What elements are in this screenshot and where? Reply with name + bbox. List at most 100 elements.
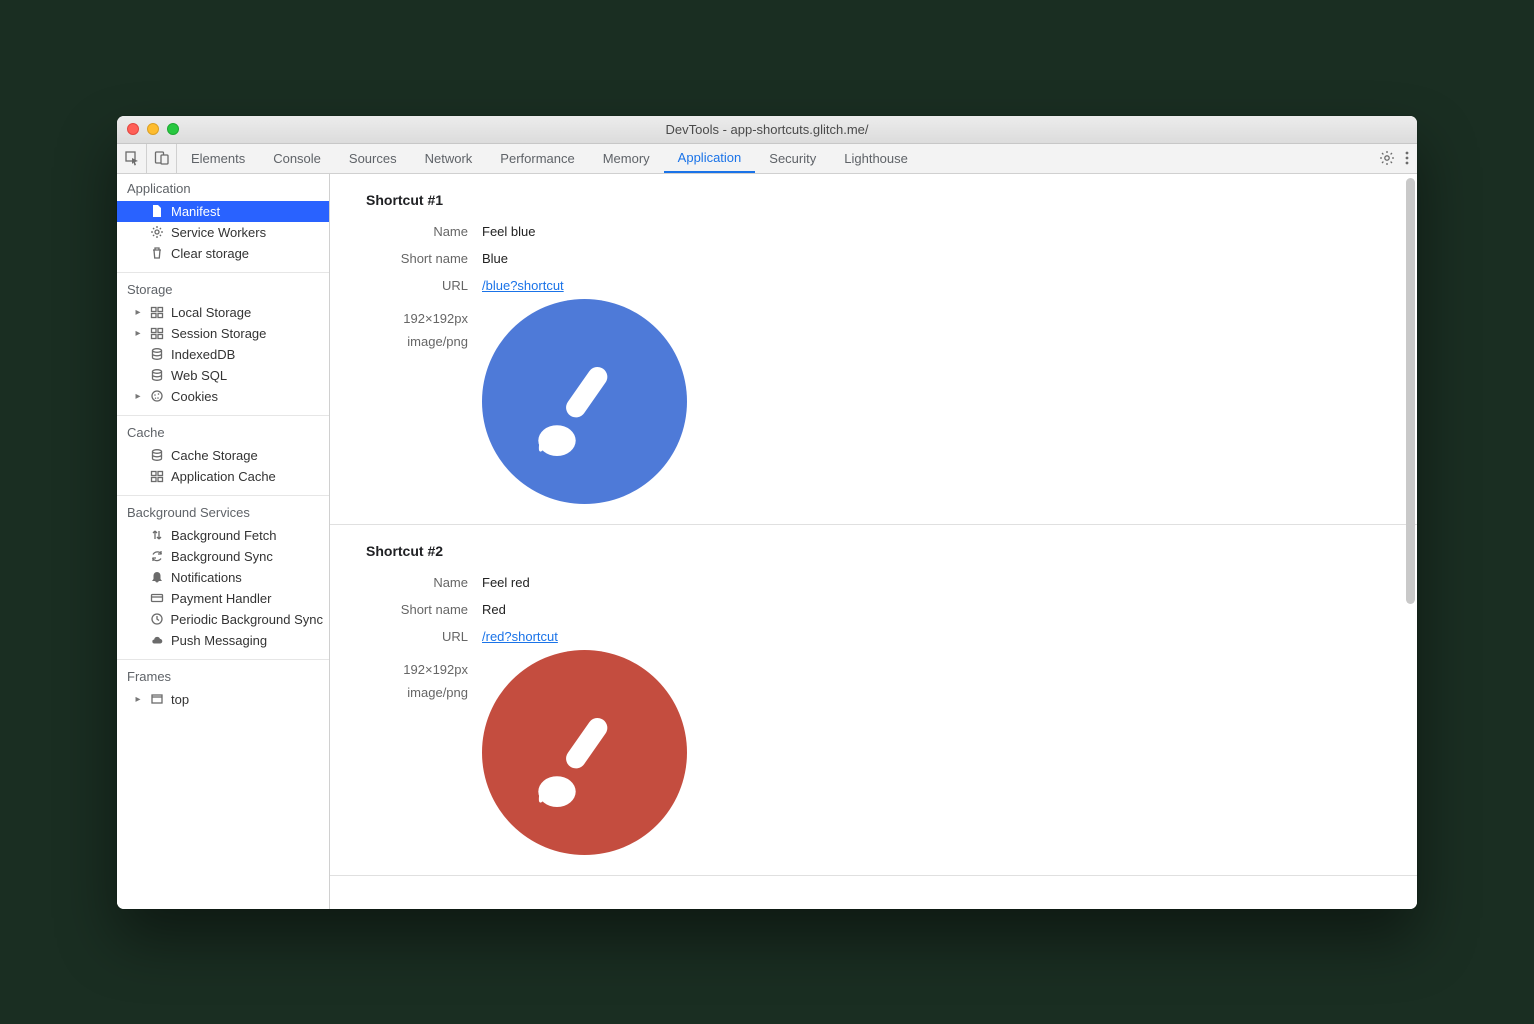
shortcut-icon-preview [482,650,687,855]
tab-application[interactable]: Application [664,144,756,173]
sidebar-item-push-messaging[interactable]: Push Messaging [117,630,329,651]
sidebar-item-application-cache[interactable]: Application Cache [117,466,329,487]
db-icon [149,347,165,361]
sidebar-item-web-sql[interactable]: Web SQL [117,365,329,386]
manifest-panel: Shortcut #1NameFeel blueShort nameBlueUR… [330,174,1417,909]
shortcut-url-link[interactable]: /red?shortcut [482,629,558,644]
tab-performance[interactable]: Performance [486,144,588,173]
settings-icon[interactable] [1379,150,1395,166]
devtools-toolbar: ElementsConsoleSourcesNetworkPerformance… [117,144,1417,174]
field-value-name: Feel red [482,575,530,590]
cookie-icon [149,389,165,403]
shortcut-url-link[interactable]: /blue?shortcut [482,278,564,293]
tab-lighthouse[interactable]: Lighthouse [830,144,922,173]
scrollbar-thumb[interactable] [1406,178,1415,604]
db-icon [149,448,165,462]
field-label-name: Name [330,575,482,590]
sidebar-item-cache-storage[interactable]: Cache Storage [117,445,329,466]
tab-memory[interactable]: Memory [589,144,664,173]
field-label-url: URL [330,629,482,644]
device-toggle-icon[interactable] [147,144,177,173]
sidebar-item-service-workers[interactable]: Service Workers [117,222,329,243]
field-label-short-name: Short name [330,251,482,266]
sidebar-item-label: Service Workers [171,225,266,240]
section-cache: Cache [117,418,329,445]
tab-sources[interactable]: Sources [335,144,411,173]
frame-icon [149,692,165,706]
file-icon [149,204,165,218]
more-icon[interactable] [1405,150,1409,166]
sidebar-item-label: Periodic Background Sync [171,612,323,627]
field-value-short-name: Blue [482,251,508,266]
sidebar-item-local-storage[interactable]: ▸Local Storage [117,302,329,323]
gear-icon [149,225,165,239]
trash-icon [149,246,165,260]
minimize-icon[interactable] [147,123,159,135]
shortcut-block-2: Shortcut #2 NameFeel redShort nameRedURL/… [330,525,1417,876]
card-icon [149,591,165,605]
tab-elements[interactable]: Elements [177,144,259,173]
bell-icon [149,570,165,584]
sidebar-item-label: Manifest [171,204,220,219]
field-label-short-name: Short name [330,602,482,617]
close-icon[interactable] [127,123,139,135]
shortcut-block-1: Shortcut #1NameFeel blueShort nameBlueUR… [330,174,1417,525]
window-title: DevTools - app-shortcuts.glitch.me/ [127,122,1407,137]
field-value-url[interactable]: /red?shortcut [482,629,558,644]
sidebar-item-cookies[interactable]: ▸ Cookies [117,386,329,407]
tab-security[interactable]: Security [755,144,830,173]
grid-icon [149,326,165,340]
panel-tabs: ElementsConsoleSourcesNetworkPerformance… [177,144,922,173]
sidebar-item-label: Background Sync [171,549,273,564]
sidebar-item-payment-handler[interactable]: Payment Handler [117,588,329,609]
sidebar-item-label: Clear storage [171,246,249,261]
sidebar-item-label: top [171,692,189,707]
sidebar-item-periodic-background-sync[interactable]: Periodic Background Sync [117,609,329,630]
sidebar-item-manifest[interactable]: Manifest [117,201,329,222]
field-label-name: Name [330,224,482,239]
sidebar-item-label: Payment Handler [171,591,271,606]
sidebar-item-background-fetch[interactable]: Background Fetch [117,525,329,546]
expand-arrow-icon[interactable]: ▸ [133,391,143,402]
updown-icon [149,528,165,542]
field-label-url: URL [330,278,482,293]
sidebar-item-label: Web SQL [171,368,227,383]
sidebar-item-top[interactable]: ▸ top [117,689,329,710]
titlebar: DevTools - app-shortcuts.glitch.me/ [117,116,1417,144]
expand-arrow-icon[interactable]: ▸ [133,694,143,705]
expand-arrow-icon[interactable]: ▸ [133,307,143,318]
sidebar-item-clear-storage[interactable]: Clear storage [117,243,329,264]
clock-icon [149,612,165,626]
application-sidebar[interactable]: Application Manifest Service Workers Clear … [117,174,330,909]
sidebar-item-label: Cookies [171,389,218,404]
shortcut-heading: Shortcut #2 [330,543,1417,569]
sidebar-item-label: Session Storage [171,326,266,341]
section-application: Application [117,174,329,201]
field-value-url[interactable]: /blue?shortcut [482,278,564,293]
sidebar-item-notifications[interactable]: Notifications [117,567,329,588]
field-value-name: Feel blue [482,224,535,239]
field-value-short-name: Red [482,602,506,617]
sidebar-item-label: Notifications [171,570,242,585]
sync-icon [149,549,165,563]
sidebar-item-label: Cache Storage [171,448,258,463]
sidebar-item-label: Push Messaging [171,633,267,648]
sidebar-item-background-sync[interactable]: Background Sync [117,546,329,567]
section-storage: Storage [117,275,329,302]
tab-network[interactable]: Network [411,144,487,173]
window-controls [127,123,179,135]
icon-meta: 192×192pximage/png [330,299,482,354]
section-frames: Frames [117,662,329,689]
inspect-icon[interactable] [117,144,147,173]
section-background-services: Background Services [117,498,329,525]
sidebar-item-label: Application Cache [171,469,276,484]
shortcut-icon-preview [482,299,687,504]
expand-arrow-icon[interactable]: ▸ [133,328,143,339]
tab-console[interactable]: Console [259,144,335,173]
icon-meta: 192×192pximage/png [330,650,482,705]
maximize-icon[interactable] [167,123,179,135]
cloud-icon [149,633,165,647]
sidebar-item-session-storage[interactable]: ▸ Session Storage [117,323,329,344]
sidebar-item-label: IndexedDB [171,347,235,362]
sidebar-item-indexeddb[interactable]: IndexedDB [117,344,329,365]
